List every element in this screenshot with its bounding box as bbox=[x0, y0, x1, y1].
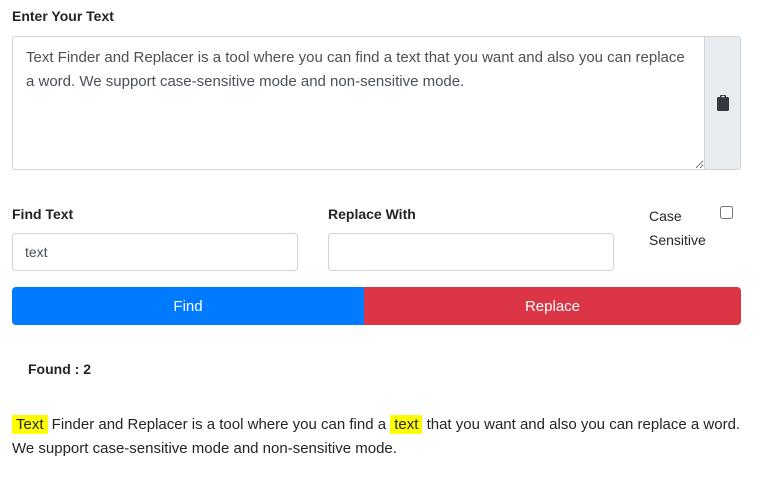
paste-button[interactable] bbox=[704, 36, 741, 170]
clipboard-icon bbox=[716, 95, 729, 111]
highlighted-match: Text bbox=[12, 415, 48, 434]
found-count: Found : 2 bbox=[28, 361, 91, 377]
find-button[interactable]: Find bbox=[12, 287, 364, 325]
text-input-group: Text Finder and Replacer is a tool where… bbox=[12, 36, 741, 170]
result-text-segment: Finder and Replacer is a tool where you … bbox=[47, 416, 391, 433]
case-sensitive-label: Case Sensitive bbox=[649, 208, 706, 248]
find-text-input[interactable] bbox=[12, 233, 298, 271]
main-text-area[interactable]: Text Finder and Replacer is a tool where… bbox=[12, 36, 704, 170]
replace-with-label: Replace With bbox=[328, 206, 416, 222]
result-text: Text Finder and Replacer is a tool where… bbox=[12, 413, 747, 461]
replace-button[interactable]: Replace bbox=[364, 287, 741, 325]
enter-text-label: Enter Your Text bbox=[12, 8, 114, 24]
replace-with-input[interactable] bbox=[328, 233, 614, 271]
highlighted-match: text bbox=[390, 415, 423, 434]
text-finder-page: Enter Your Text Text Finder and Replacer… bbox=[0, 0, 777, 485]
find-text-label: Find Text bbox=[12, 206, 74, 222]
case-sensitive-checkbox[interactable] bbox=[720, 206, 733, 219]
action-buttons: Find Replace bbox=[12, 287, 741, 325]
